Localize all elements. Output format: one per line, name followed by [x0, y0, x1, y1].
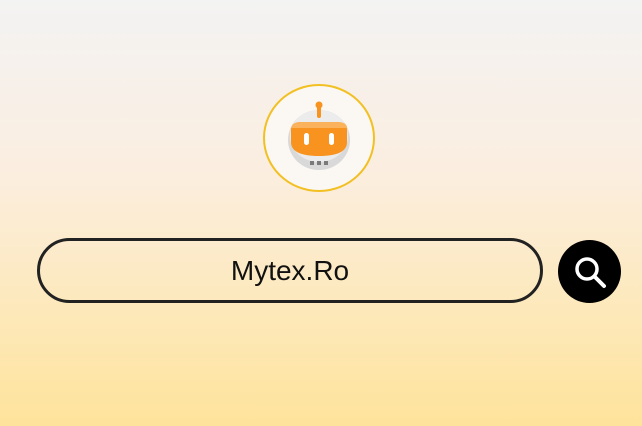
search-icon: [574, 256, 606, 288]
search-field[interactable]: [37, 238, 543, 303]
robot-icon: [288, 101, 350, 170]
search-input[interactable]: [65, 254, 515, 287]
robot-logo: [263, 84, 375, 192]
search-page: [0, 0, 642, 426]
search-button[interactable]: [558, 240, 621, 303]
